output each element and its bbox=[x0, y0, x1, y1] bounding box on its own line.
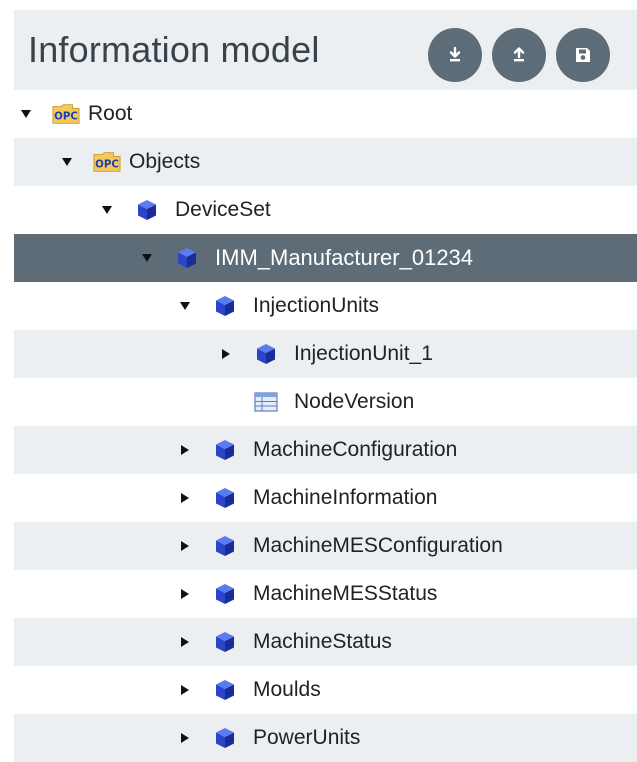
save-button[interactable] bbox=[556, 28, 610, 82]
tree-node-objects[interactable]: OPC Objects bbox=[14, 138, 637, 186]
upload-button[interactable] bbox=[492, 28, 546, 82]
tree-node-machinemesconfiguration[interactable]: MachineMESConfiguration bbox=[14, 522, 637, 570]
tree-node-label: PowerUnits bbox=[253, 726, 361, 749]
tree-node-label: IMM_Manufacturer_01234 bbox=[215, 245, 474, 270]
opc-folder-icon: OPC bbox=[93, 138, 121, 186]
information-model-tree: OPC Root OPC Objects DeviceSet IMM_Manuf… bbox=[0, 90, 637, 762]
upload-icon bbox=[513, 47, 525, 62]
tree-node-deviceset[interactable]: DeviceSet bbox=[0, 186, 637, 234]
panel-header: Information model bbox=[14, 10, 637, 90]
tree-node-moulds[interactable]: Moulds bbox=[0, 666, 637, 714]
tree-node-label: InjectionUnits bbox=[253, 294, 380, 317]
tree-node-label: DeviceSet bbox=[175, 198, 271, 221]
tree-node-label: MachineMESConfiguration bbox=[253, 534, 503, 557]
save-icon bbox=[576, 48, 590, 62]
tree-node-label: MachineInformation bbox=[253, 486, 438, 509]
tree-node-powerunits[interactable]: PowerUnits bbox=[14, 714, 637, 762]
object-cube-icon bbox=[173, 234, 201, 282]
tree-node-root[interactable]: OPC Root bbox=[0, 90, 637, 138]
tree-node-machinestatus[interactable]: MachineStatus bbox=[14, 618, 637, 666]
tree-node-label: InjectionUnit_1 bbox=[294, 342, 433, 365]
tree-node-imm-manufacturer-selected[interactable]: IMM_Manufacturer_01234 bbox=[14, 234, 637, 282]
expand-arrow-icon[interactable] bbox=[20, 90, 44, 138]
collapse-arrow-icon[interactable] bbox=[179, 666, 203, 714]
collapse-arrow-icon[interactable] bbox=[179, 474, 203, 522]
tree-node-label: MachineMESStatus bbox=[253, 582, 438, 605]
collapse-arrow-icon[interactable] bbox=[179, 618, 203, 666]
object-cube-icon bbox=[211, 474, 239, 522]
tree-node-label: NodeVersion bbox=[294, 390, 415, 413]
svg-text:OPC: OPC bbox=[95, 159, 119, 171]
object-cube-icon bbox=[211, 426, 239, 474]
information-model-panel: Information model OPC Root OPC Objects D… bbox=[0, 0, 637, 762]
tree-node-label: Objects bbox=[129, 150, 201, 173]
download-button[interactable] bbox=[428, 28, 482, 82]
object-cube-icon bbox=[211, 282, 239, 330]
object-cube-icon bbox=[211, 570, 239, 618]
collapse-arrow-icon[interactable] bbox=[179, 714, 203, 762]
tree-node-injectionunit-1[interactable]: InjectionUnit_1 bbox=[14, 330, 637, 378]
tree-node-machinemesstatus[interactable]: MachineMESStatus bbox=[0, 570, 637, 618]
tree-node-label: Moulds bbox=[253, 678, 321, 701]
tree-node-injectionunits[interactable]: InjectionUnits bbox=[0, 282, 637, 330]
expand-arrow-icon[interactable] bbox=[179, 282, 203, 330]
collapse-arrow-icon[interactable] bbox=[179, 570, 203, 618]
tree-node-label: MachineStatus bbox=[253, 630, 392, 653]
tree-node-machineinformation[interactable]: MachineInformation bbox=[0, 474, 637, 522]
object-cube-icon bbox=[211, 666, 239, 714]
tree-node-nodeversion[interactable]: NodeVersion bbox=[0, 378, 637, 426]
collapse-arrow-icon[interactable] bbox=[179, 426, 203, 474]
object-cube-icon bbox=[211, 714, 239, 762]
object-cube-icon bbox=[133, 186, 161, 234]
object-cube-icon bbox=[252, 330, 280, 378]
tree-node-label: MachineConfiguration bbox=[253, 438, 458, 461]
tree-node-label: Root bbox=[88, 102, 133, 125]
download-icon bbox=[449, 46, 461, 62]
svg-text:OPC: OPC bbox=[54, 111, 78, 123]
opc-folder-icon: OPC bbox=[52, 90, 80, 138]
tree-node-machineconfiguration[interactable]: MachineConfiguration bbox=[14, 426, 637, 474]
object-cube-icon bbox=[211, 618, 239, 666]
expand-arrow-icon[interactable] bbox=[101, 186, 125, 234]
variable-table-icon bbox=[252, 378, 280, 426]
expand-arrow-icon[interactable] bbox=[61, 138, 85, 186]
object-cube-icon bbox=[211, 522, 239, 570]
panel-title: Information model bbox=[28, 29, 320, 70]
collapse-arrow-icon[interactable] bbox=[179, 522, 203, 570]
expand-arrow-icon[interactable] bbox=[141, 234, 165, 282]
collapse-arrow-icon[interactable] bbox=[220, 330, 244, 378]
